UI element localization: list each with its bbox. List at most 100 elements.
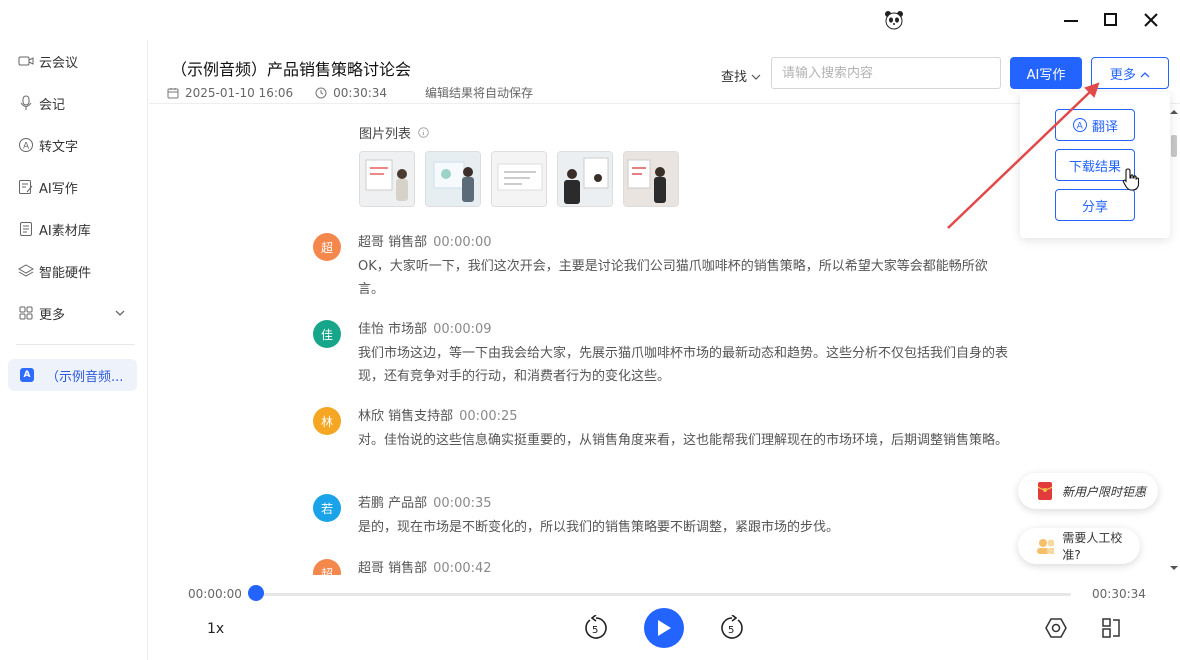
sidebar-current-doc[interactable]: A （示例音频...: [8, 359, 137, 391]
layout-button[interactable]: [1101, 617, 1123, 639]
pictures-label: 图片列表: [359, 123, 429, 142]
sidebar-item-label: 会记: [39, 97, 66, 113]
current-time: 00:00:00: [188, 587, 242, 601]
window-controls: [1062, 8, 1160, 32]
sidebar-item-transcribe[interactable]: A 转文字: [0, 124, 147, 166]
message-time[interactable]: 00:00:00: [433, 235, 491, 250]
sidebar-item-label: AI写作: [39, 181, 78, 197]
maximize-button[interactable]: [1102, 8, 1120, 32]
message-time[interactable]: 00:00:35: [433, 496, 491, 511]
sidebar-item-notes[interactable]: 会记: [0, 82, 147, 124]
app-window: 云会议 会记 A 转文字 AI写作 AI素材库 智能硬件 更多 A （示例音频.…: [0, 0, 1180, 660]
message-text[interactable]: OK，大家听一下，我们这次开会，主要是讨论我们公司猫爪咖啡杯的销售策略，所以希望…: [358, 255, 1008, 301]
picture-thumbnail[interactable]: [359, 151, 415, 207]
speaker-name[interactable]: 超哥 销售部: [358, 561, 427, 575]
message-header: 佳怡 市场部 00:00:09: [358, 318, 492, 337]
avatar: 林: [313, 407, 341, 435]
layout-icon: [1102, 618, 1120, 638]
duration-text: 00:30:34: [333, 85, 388, 100]
clock-icon: [315, 87, 327, 98]
people-icon: [1037, 539, 1055, 554]
avatar: 佳: [313, 320, 341, 348]
chevron-down-icon: [115, 306, 125, 320]
sidebar-item-label: 智能硬件: [39, 265, 92, 281]
rewind-seconds: 5: [592, 625, 598, 636]
forward-button[interactable]: 5: [719, 614, 745, 641]
current-doc-label: （示例音频...: [46, 369, 124, 385]
video-icon: [18, 53, 34, 69]
picture-list: [359, 151, 679, 207]
sidebar-item-more[interactable]: 更多: [0, 292, 147, 334]
avatar: 若: [313, 494, 341, 522]
play-icon: [658, 620, 671, 636]
maximize-icon: [1104, 13, 1117, 26]
rewind-5-icon: 5: [585, 614, 607, 639]
total-time: 00:30:34: [1092, 587, 1146, 601]
human-check-promo[interactable]: 需要人工校准?: [1018, 528, 1140, 564]
speaker-name[interactable]: 林欣 销售支持部: [358, 409, 453, 424]
grid-icon: [18, 305, 34, 321]
pictures-label-text: 图片列表: [359, 127, 412, 142]
info-icon: [418, 127, 429, 138]
new-user-promo[interactable]: 新用户限时钜惠: [1018, 473, 1158, 509]
message-time[interactable]: 00:00:09: [433, 322, 491, 337]
message-time[interactable]: 00:00:42: [433, 561, 491, 575]
promo-text: 新用户限时钜惠: [1062, 484, 1147, 499]
layers-icon: [18, 263, 34, 279]
progress-knob[interactable]: [248, 585, 264, 601]
sidebar-item-hardware[interactable]: 智能硬件: [0, 250, 147, 292]
sidebar-item-ai-library[interactable]: AI素材库: [0, 208, 147, 250]
sidebar-item-label: 云会议: [39, 55, 79, 71]
sidebar-item-label: AI素材库: [39, 223, 91, 239]
date-text: 2025-01-10 16:06: [185, 85, 294, 100]
autosave-text: 编辑结果将自动保存: [425, 86, 534, 100]
speaker-name[interactable]: 超哥 销售部: [358, 235, 427, 250]
message-time[interactable]: 00:00:25: [459, 409, 517, 424]
sidebar-item-ai-write[interactable]: AI写作: [0, 166, 147, 208]
message-text[interactable]: 是的，现在市场是不断变化的，所以我们的销售策略要不断调整，紧跟市场的步伐。: [358, 516, 1008, 539]
close-button[interactable]: [1142, 8, 1160, 32]
minimize-icon: [1064, 20, 1078, 22]
picture-thumbnail[interactable]: [557, 151, 613, 207]
minimize-button[interactable]: [1062, 8, 1080, 32]
human-check-text: 需要人工校准?: [1062, 531, 1123, 562]
avatar: 超: [313, 559, 341, 575]
audio-player: 00:00:00 00:30:34 1x 5 5: [149, 575, 1180, 660]
sidebar-item-label: 更多: [39, 307, 66, 323]
library-icon: [18, 221, 34, 237]
doc-type-icon: A: [20, 368, 34, 382]
svg-text:A: A: [23, 142, 30, 152]
close-icon: [1144, 13, 1158, 27]
meta-info: 2025-01-10 16:06 00:30:34 编辑结果将自动保存: [167, 84, 533, 101]
play-button[interactable]: [644, 608, 684, 648]
speaker-name[interactable]: 佳怡 市场部: [358, 322, 427, 337]
progress-track[interactable]: [257, 593, 1071, 596]
text-convert-icon: A: [18, 137, 34, 153]
sidebar: 云会议 会记 A 转文字 AI写作 AI素材库 智能硬件 更多 A （示例音频.…: [0, 40, 148, 660]
message-text[interactable]: 对。佳怡说的这些信息确实挺重要的，从销售角度来看，这也能帮我们理解现在的市场环境…: [358, 429, 1008, 452]
annotation-arrow-icon: [947, 82, 1100, 229]
hexagon-settings-icon: [1045, 618, 1067, 638]
scrollbar-thumb[interactable]: [1171, 135, 1177, 157]
rewind-button[interactable]: 5: [583, 614, 609, 641]
speaker-name[interactable]: 若鹏 产品部: [358, 496, 427, 511]
scroll-down-icon[interactable]: [1168, 563, 1180, 573]
avatar: 超: [313, 233, 341, 261]
message-text[interactable]: 我们市场这边，等一下由我会给大家，先展示猫爪咖啡杯市场的最新动态和趋势。这些分析…: [358, 342, 1008, 388]
mic-icon: [18, 95, 34, 111]
picture-thumbnail[interactable]: [425, 151, 481, 207]
message-header: 超哥 销售部 00:00:00: [358, 231, 492, 250]
settings-button[interactable]: [1045, 617, 1067, 639]
message-header: 超哥 销售部 00:00:42: [358, 557, 492, 575]
message-header: 若鹏 产品部 00:00:35: [358, 492, 492, 511]
picture-thumbnail[interactable]: [623, 151, 679, 207]
forward-seconds: 5: [728, 625, 734, 636]
find-dropdown[interactable]: 查找: [721, 66, 761, 85]
chevron-down-icon: [751, 74, 761, 80]
sidebar-item-cloud-meeting[interactable]: 云会议: [0, 40, 147, 82]
playback-speed[interactable]: 1x: [207, 621, 224, 637]
find-label: 查找: [721, 70, 748, 85]
sidebar-divider: [16, 344, 135, 345]
picture-thumbnail[interactable]: [491, 151, 547, 207]
ai-write-icon: [18, 179, 34, 195]
